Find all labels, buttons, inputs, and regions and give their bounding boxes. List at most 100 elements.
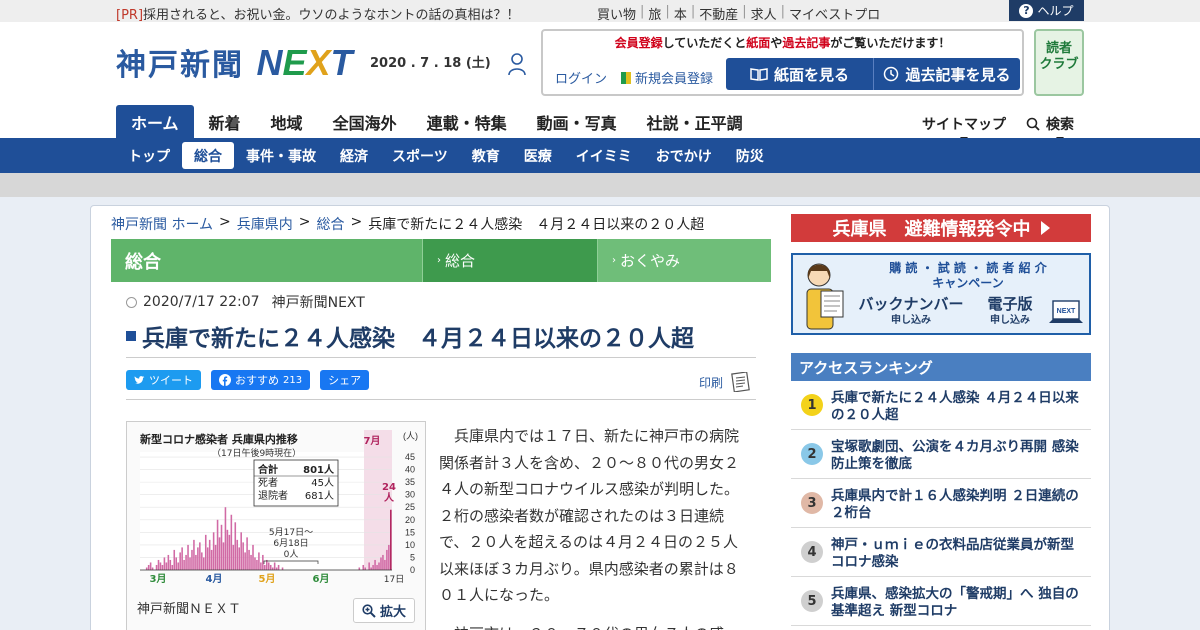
help-button[interactable]: ? ヘルプ <box>1009 0 1084 21</box>
breadcrumb-general[interactable]: 総合 <box>317 214 345 234</box>
register-link[interactable]: 新規会員登録 <box>621 68 713 87</box>
chart-bar <box>167 554 170 570</box>
laptop-icon: NEXT <box>1049 300 1083 323</box>
subnav-education[interactable]: 教育 <box>460 142 512 169</box>
chart-subtitle: （17日午後9時現在） <box>212 447 301 459</box>
category-tab-obituary[interactable]: › おくやみ <box>597 239 771 282</box>
chart-bar <box>208 539 211 570</box>
rank-badge: 5 <box>801 590 823 612</box>
chart-bar <box>380 557 382 570</box>
chart-bar <box>206 547 209 570</box>
month-label: 5月 <box>259 573 276 585</box>
print-link[interactable]: 印刷 <box>699 372 751 392</box>
login-link[interactable]: ログイン <box>555 68 607 87</box>
highlight-label: 24 <box>382 482 396 493</box>
subnav-economy[interactable]: 経済 <box>328 142 380 169</box>
y-tick-label: 40 <box>405 465 415 475</box>
chart-bar <box>226 529 229 570</box>
tweet-button[interactable]: ツイート <box>126 370 201 390</box>
subnav-outings[interactable]: おでかけ <box>644 142 724 169</box>
facebook-share-button[interactable]: シェア <box>320 370 370 390</box>
chart-bar <box>384 559 386 570</box>
reader-illustration-icon <box>806 263 844 330</box>
chart-bar <box>232 544 235 570</box>
past-articles-button[interactable]: 過去記事を見る <box>873 58 1020 90</box>
chart-bar <box>169 559 172 570</box>
article-datetime: 2020/7/17 22:07 <box>143 294 260 310</box>
chart-bar <box>264 564 266 570</box>
article-figure[interactable]: 45 40 35 30 25 20 15 10 5 0 (人) 新型コロナ感染者 兵庫県内推移 （17日… <box>126 421 426 630</box>
nav-series[interactable]: 連載・特集 <box>412 105 522 138</box>
breadcrumb-current: 兵庫で新たに２４人感染 ４月２４日以来の２０人超 <box>368 217 705 233</box>
readers-club-button[interactable]: 読者 クラブ <box>1034 29 1084 96</box>
chart-bar <box>204 534 207 570</box>
subnav-incidents[interactable]: 事件・事故 <box>234 142 328 169</box>
subnav-top[interactable]: トップ <box>116 142 182 169</box>
pr-ad-link[interactable]: [PR]採用されると、お祝い金。ウソのようなホントの話の真相は？！ <box>116 4 520 23</box>
facebook-like-button[interactable]: おすすめ 213 <box>211 370 311 390</box>
chart-bar <box>362 564 365 570</box>
search-link[interactable]: 検索 <box>1026 114 1074 142</box>
util-link-jobs[interactable]: 求人 <box>751 4 777 23</box>
util-link-books[interactable]: 本 <box>674 4 687 23</box>
nav-national-world[interactable]: 全国海外 <box>318 105 412 138</box>
breadcrumb-hyogo[interactable]: 兵庫県内 <box>237 214 293 234</box>
chart-bar <box>390 509 392 570</box>
subnav-iimimi[interactable]: イイミミ <box>564 142 644 169</box>
site-logo[interactable]: 神戸新聞 NEXT <box>116 40 352 84</box>
chart-bar <box>183 559 185 570</box>
util-link-realestate[interactable]: 不動産 <box>699 4 738 23</box>
util-link-shopping[interactable]: 買い物 <box>597 4 636 23</box>
month-label: 3月 <box>150 573 167 585</box>
util-link-travel[interactable]: 旅 <box>648 4 661 23</box>
subscription-promo-banner[interactable]: 購 読 ・ 試 読 ・ 読 者 紹 介キャンペーン バックナンバー 申し込み 電子… <box>791 253 1091 335</box>
subnav-disaster[interactable]: 防災 <box>724 142 776 169</box>
ranking-item[interactable]: 4 神戸・ｕｍｉｅの衣料品店従業員が新型コロナ感染 <box>791 528 1091 577</box>
zoom-button[interactable]: 拡大 <box>353 598 415 623</box>
evacuation-banner[interactable]: 兵庫県 避難情報発令中 <box>791 214 1091 242</box>
subnav-medical[interactable]: 医療 <box>512 142 564 169</box>
chart-bar <box>175 557 178 570</box>
sitemap-link[interactable]: サイトマップ <box>922 114 1006 142</box>
subnav-sports[interactable]: スポーツ <box>380 142 460 169</box>
subnav-general[interactable]: 総合 <box>182 142 234 169</box>
chart-bar <box>163 557 166 570</box>
chart-bar <box>165 562 168 570</box>
user-icon[interactable] <box>508 52 526 76</box>
ranking-item[interactable]: 2 宝塚歌劇団、公演を４カ月ぶり再開 感染防止策を徹底 <box>791 430 1091 479</box>
logo-text: 神戸新聞 <box>116 48 244 83</box>
y-tick-label: 25 <box>405 502 415 512</box>
pr-tag: [PR] <box>116 8 144 23</box>
nav-editorial[interactable]: 社説・正平調 <box>632 105 758 138</box>
chart-bar <box>242 542 244 570</box>
nav-local[interactable]: 地域 <box>256 105 318 138</box>
chart-bar <box>234 522 237 570</box>
chart-annotation: 0人 <box>284 549 299 560</box>
rank-badge: 2 <box>801 443 823 465</box>
article-headline: 兵庫で新たに２４人感染 ４月２４日以来の２０人超 <box>126 319 756 353</box>
ranking-item[interactable]: 1 兵庫で新たに２４人感染 ４月２４日以来の２０人超 <box>791 381 1091 430</box>
chart-bar <box>378 562 380 570</box>
divider <box>126 357 756 358</box>
nav-video-photo[interactable]: 動画・写真 <box>522 105 632 138</box>
ranking-title: アクセスランキング <box>791 353 1091 381</box>
category-tab-general[interactable]: › 総合 <box>422 239 597 282</box>
y-tick-label: 5 <box>410 552 415 562</box>
util-link-mybestpro[interactable]: マイベストプロ <box>789 4 880 23</box>
chart-bar <box>230 514 233 570</box>
breadcrumb: 神戸新聞 ホーム > 兵庫県内 > 総合 > 兵庫で新たに２４人感染 ４月２４日以来の… <box>111 214 705 234</box>
chart-bar <box>273 562 276 570</box>
nav-latest[interactable]: 新着 <box>194 105 256 138</box>
chart-bar <box>187 544 189 570</box>
ranking-item[interactable]: 3 兵庫県内で計１６人感染判明 ２日連続の２桁台 <box>791 479 1091 528</box>
chart-bar <box>256 559 258 570</box>
chart-bar <box>244 552 246 570</box>
chart-bar <box>203 557 205 570</box>
breadcrumb-home[interactable]: 神戸新聞 ホーム <box>111 214 213 234</box>
chart-bar <box>388 544 390 570</box>
nav-home[interactable]: ホーム <box>116 105 194 138</box>
view-paper-button[interactable]: 紙面を見る <box>726 58 873 90</box>
x-last-label: 17日 <box>384 574 404 585</box>
ranking-item[interactable]: 5 兵庫県、感染拡大の「警戒期」へ 独自の基準超え 新型コロナ <box>791 577 1091 626</box>
chart-bar <box>262 554 264 570</box>
